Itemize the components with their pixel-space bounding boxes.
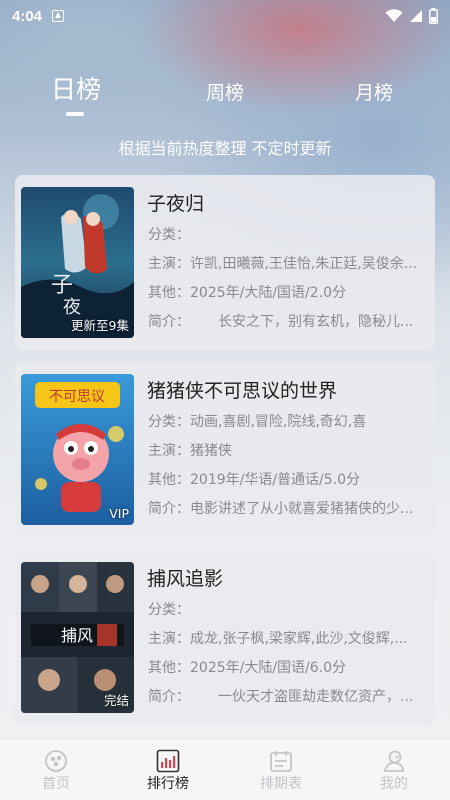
- profile-icon: [383, 750, 404, 772]
- svg-text:捕风: 捕风: [61, 626, 93, 645]
- signal-icon: [410, 10, 422, 22]
- category-label: 分类：: [148, 602, 190, 618]
- poster-image: 不可思议 VIP: [21, 374, 134, 525]
- intro-value: 电影讲述了从小就喜爱猪猪侠的少...: [190, 501, 414, 517]
- cast-label: 主演：: [148, 631, 190, 647]
- intro-row: 简介： 一伙天才盗匪劫走数亿资产，...: [148, 686, 428, 706]
- category-row: 分类：: [148, 599, 428, 619]
- other-row: 其他： 2025年/大陆/国语/2.0分: [148, 282, 428, 302]
- card-title: 猪猪侠不可思议的世界: [147, 380, 338, 402]
- list-item[interactable]: 子 夜 更新至9集 子夜归 分类： 主演： 许凯,田曦薇,王佳怡,朱正廷,吴俊余…: [15, 175, 435, 350]
- category-label: 分类：: [148, 414, 190, 430]
- tab-daily[interactable]: 日榜: [51, 70, 101, 106]
- intro-label: 简介：: [148, 689, 190, 705]
- svg-text:子: 子: [51, 273, 73, 298]
- cast-value: 成龙,张子枫,梁家辉,此沙,文俊辉,...: [190, 631, 408, 647]
- app-notification-icon: [52, 10, 65, 22]
- nav-ranking[interactable]: 排行榜: [112, 740, 224, 800]
- intro-value: 长安之下，别有玄机，隐秘儿...: [190, 314, 414, 330]
- intro-label: 简介：: [148, 501, 190, 517]
- svg-text:不可思议: 不可思议: [49, 389, 105, 405]
- active-tab-indicator: [66, 112, 84, 116]
- card-title: 子夜归: [147, 193, 205, 215]
- cast-row: 主演： 许凯,田曦薇,王佳怡,朱正廷,吴俊余...: [148, 253, 428, 273]
- other-label: 其他：: [148, 285, 190, 301]
- nav-label: 排期表: [260, 776, 302, 792]
- other-value: 2019年/华语/普通话/5.0分: [190, 472, 361, 488]
- cast-row: 主演： 猪猪侠: [148, 440, 428, 460]
- other-value: 2025年/大陆/国语/6.0分: [190, 660, 347, 676]
- category-value: 动画,喜剧,冒险,院线,奇幻,喜: [190, 414, 367, 430]
- ranking-subtitle: 根据当前热度整理 不定时更新: [118, 139, 332, 158]
- tab-weekly[interactable]: 周榜: [206, 78, 244, 105]
- status-badge: 完结: [103, 693, 129, 708]
- intro-label: 简介：: [148, 314, 190, 330]
- ranking-icon: [156, 749, 180, 773]
- episode-badge: 更新至9集: [71, 318, 129, 333]
- nav-label: 我的: [380, 776, 408, 792]
- nav-home[interactable]: 首页: [0, 740, 112, 800]
- cast-label: 主演：: [148, 256, 190, 272]
- intro-row: 简介： 电影讲述了从小就喜爱猪猪侠的少...: [148, 498, 428, 518]
- list-item[interactable]: 不可思议 VIP 猪猪侠不可思议的世界 分类： 动画,喜剧,冒险,院线,奇幻,喜…: [15, 362, 435, 537]
- other-label: 其他：: [148, 660, 190, 676]
- wifi-icon: [385, 9, 403, 22]
- battery-icon: [429, 8, 438, 24]
- status-time: 4:04: [12, 7, 43, 25]
- intro-row: 简介： 长安之下，别有玄机，隐秘儿...: [148, 311, 428, 331]
- category-value: [190, 224, 428, 244]
- calendar-icon: [270, 751, 292, 772]
- home-icon: [45, 750, 67, 772]
- category-label: 分类：: [148, 227, 190, 243]
- cast-value: 许凯,田曦薇,王佳怡,朱正廷,吴俊余...: [190, 256, 418, 272]
- nav-label: 排行榜: [147, 776, 189, 792]
- list-item[interactable]: 捕风 完结 捕风追影 分类： 主演： 成龙,张子枫,梁家辉,此沙,文俊辉,...…: [15, 550, 435, 725]
- status-icons: [385, 8, 438, 24]
- tab-monthly[interactable]: 月榜: [355, 78, 393, 105]
- cast-value: 猪猪侠: [190, 443, 232, 459]
- nav-schedule[interactable]: 排期表: [225, 740, 337, 800]
- category-row: 分类： 动画,喜剧,冒险,院线,奇幻,喜: [148, 411, 428, 431]
- card-title: 捕风追影: [147, 568, 224, 590]
- bottom-nav: 首页 排行榜 排期表 我的: [0, 740, 450, 800]
- cast-row: 主演： 成龙,张子枫,梁家辉,此沙,文俊辉,...: [148, 628, 428, 648]
- cast-label: 主演：: [148, 443, 190, 459]
- vip-badge: VIP: [109, 506, 129, 521]
- other-label: 其他：: [148, 472, 190, 488]
- category-row: 分类：: [148, 224, 428, 244]
- poster-image: 子 夜 更新至9集: [21, 187, 134, 338]
- nav-label: 首页: [42, 776, 70, 792]
- status-bar: 4:04: [0, 0, 450, 32]
- intro-value: 一伙天才盗匪劫走数亿资产，...: [190, 689, 414, 705]
- other-row: 其他： 2019年/华语/普通话/5.0分: [148, 469, 428, 489]
- category-value: [190, 599, 428, 619]
- other-value: 2025年/大陆/国语/2.0分: [190, 285, 347, 301]
- poster-image: 捕风 完结: [21, 562, 134, 713]
- other-row: 其他： 2025年/大陆/国语/6.0分: [148, 657, 428, 677]
- nav-profile[interactable]: 我的: [338, 740, 450, 800]
